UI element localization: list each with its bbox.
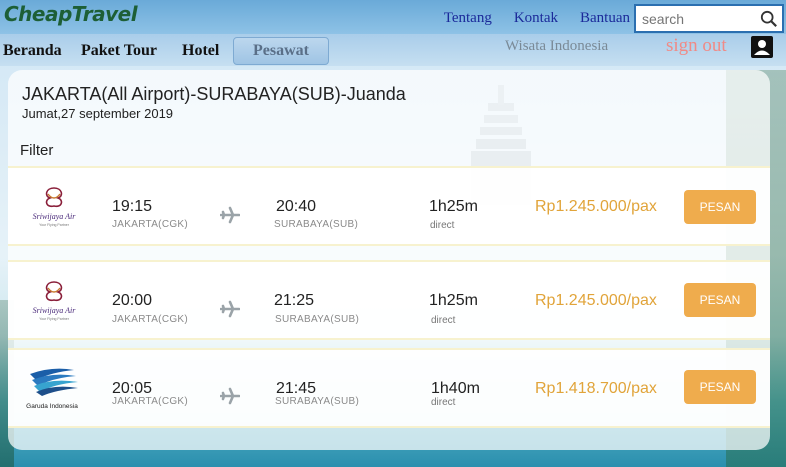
svg-text:Sriwijaya Air: Sriwijaya Air — [33, 212, 77, 221]
flight-type: direct — [430, 220, 455, 231]
sriwijaya-air-logo-icon: Sriwijaya Air Your Flying Partner — [33, 281, 77, 321]
depart-airport: JAKARTA(CGK) — [112, 219, 189, 230]
signout-link[interactable]: sign out — [666, 35, 727, 57]
arrive-airport: SURABAYA(SUB) — [274, 219, 359, 230]
sriwijaya-air-logo-icon: Sriwijaya Air Your Flying Partner — [33, 187, 77, 227]
svg-text:Your Flying Partner: Your Flying Partner — [39, 223, 70, 227]
flight-price: Rp1.418.700/pax — [535, 380, 657, 397]
nav-wisata-indonesia[interactable]: Wisata Indonesia — [505, 38, 608, 55]
arrive-time: 20:40 — [276, 198, 317, 215]
top-bar: CheapTravel Tentang Kontak Bantuan — [0, 0, 786, 34]
main-nav: Beranda Paket Tour Hotel Pesawat Wisata … — [0, 34, 786, 66]
flight-row: Sriwijaya Air Your Flying Partner 20:00 … — [8, 260, 770, 340]
search-icon[interactable] — [760, 10, 778, 28]
link-bantuan[interactable]: Bantuan — [580, 10, 630, 27]
flight-price: Rp1.245.000/pax — [535, 292, 657, 309]
nav-paket-tour[interactable]: Paket Tour — [81, 42, 157, 60]
pesan-button[interactable]: PESAN — [684, 190, 756, 224]
arrive-airport: SURABAYA(SUB) — [275, 396, 360, 407]
flight-duration: 1h25m — [429, 292, 478, 309]
flight-date: Jumat,27 september 2019 — [22, 106, 174, 121]
svg-text:Garuda Indonesia: Garuda Indonesia — [26, 403, 78, 410]
flight-duration: 1h40m — [431, 380, 480, 397]
arrive-time: 21:25 — [274, 292, 315, 309]
search-box — [634, 4, 784, 33]
garuda-indonesia-logo-icon: Garuda Indonesia — [26, 368, 78, 410]
arrive-airport: SURABAYA(SUB) — [275, 314, 360, 325]
flight-row: Sriwijaya Air Your Flying Partner 19:15 … — [8, 166, 770, 246]
depart-airport: JAKARTA(CGK) — [112, 396, 189, 407]
search-input[interactable] — [636, 6, 754, 31]
route-title: JAKARTA(All Airport)-SURABAYA(SUB)-Juand… — [22, 84, 406, 104]
top-links: Tentang Kontak Bantuan — [444, 10, 630, 27]
svg-text:Your Flying Partner: Your Flying Partner — [39, 317, 70, 321]
nav-pesawat[interactable]: Pesawat — [233, 37, 329, 65]
site-logo[interactable]: CheapTravel — [4, 2, 138, 26]
link-tentang[interactable]: Tentang — [444, 10, 492, 27]
flight-row: Garuda Indonesia 20:05 JAKARTA(CGK) 21:4… — [8, 348, 770, 428]
filter-toggle[interactable]: Filter — [20, 142, 53, 159]
depart-time: 20:00 — [112, 292, 153, 309]
user-icon[interactable] — [750, 35, 774, 59]
flight-duration: 1h25m — [429, 198, 478, 215]
plane-icon — [220, 387, 240, 405]
pesan-button[interactable]: PESAN — [684, 283, 756, 317]
link-kontak[interactable]: Kontak — [514, 10, 558, 27]
nav-hotel[interactable]: Hotel — [182, 42, 219, 60]
plane-icon — [220, 300, 240, 318]
results-panel: JAKARTA(All Airport)-SURABAYA(SUB)-Juand… — [8, 70, 770, 450]
depart-airport: JAKARTA(CGK) — [112, 314, 189, 325]
pesan-button[interactable]: PESAN — [684, 370, 756, 404]
plane-icon — [220, 206, 240, 224]
flight-type: direct — [431, 315, 456, 326]
depart-time: 19:15 — [112, 198, 153, 215]
flight-type: direct — [431, 397, 456, 408]
flight-price: Rp1.245.000/pax — [535, 198, 657, 215]
svg-text:Sriwijaya Air: Sriwijaya Air — [33, 306, 77, 315]
nav-beranda[interactable]: Beranda — [3, 42, 62, 60]
